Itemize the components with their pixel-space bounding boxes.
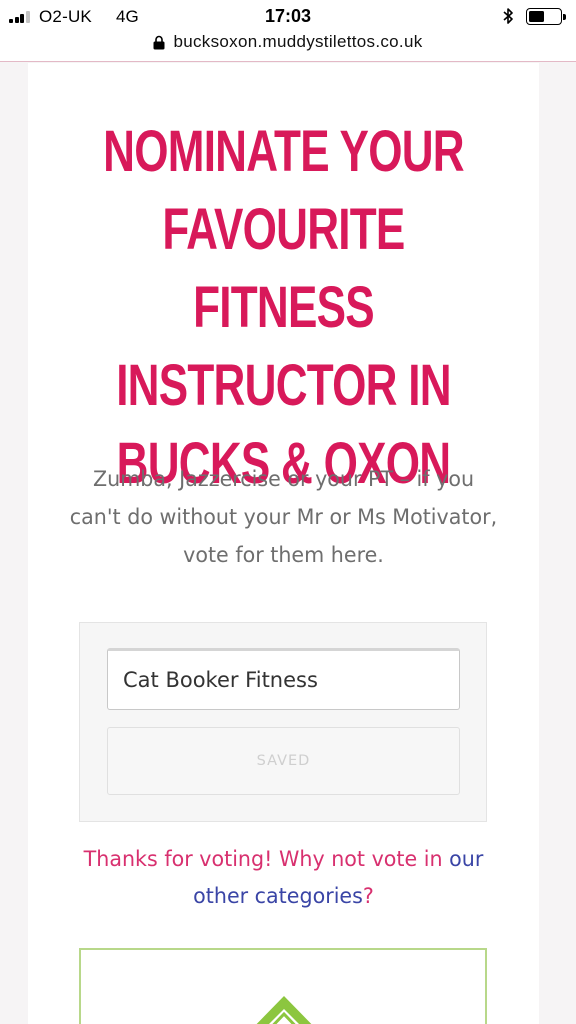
lock-icon [153,35,165,49]
nomination-form: SAVED [79,622,487,822]
clock: 17:03 [264,6,312,26]
url-text: bucksoxon.muddystilettos.co.uk [173,32,423,51]
status-bar: O2-UK 4G 17:03 [0,0,576,30]
page-title: Nominate your favourite fitness instruct… [103,119,464,496]
bluetooth-icon [503,8,513,24]
saved-button[interactable]: SAVED [107,727,460,795]
battery-icon [526,8,566,25]
house-logo-icon [256,996,312,1024]
thanks-text: Thanks for voting! Why not vote in [83,847,450,872]
thanks-message: Thanks for voting! Why not vote in our o… [57,841,509,915]
page-content: Nominate your favourite fitness instruct… [28,63,539,1024]
thanks-end: ? [362,884,374,909]
nomination-input[interactable] [107,648,460,710]
intro-text: Zumba, Jazzercise or your PT – if you ca… [69,467,498,568]
promo-banner[interactable] [79,948,487,1024]
address-bar[interactable]: bucksoxon.muddystilettos.co.uk [0,30,576,62]
